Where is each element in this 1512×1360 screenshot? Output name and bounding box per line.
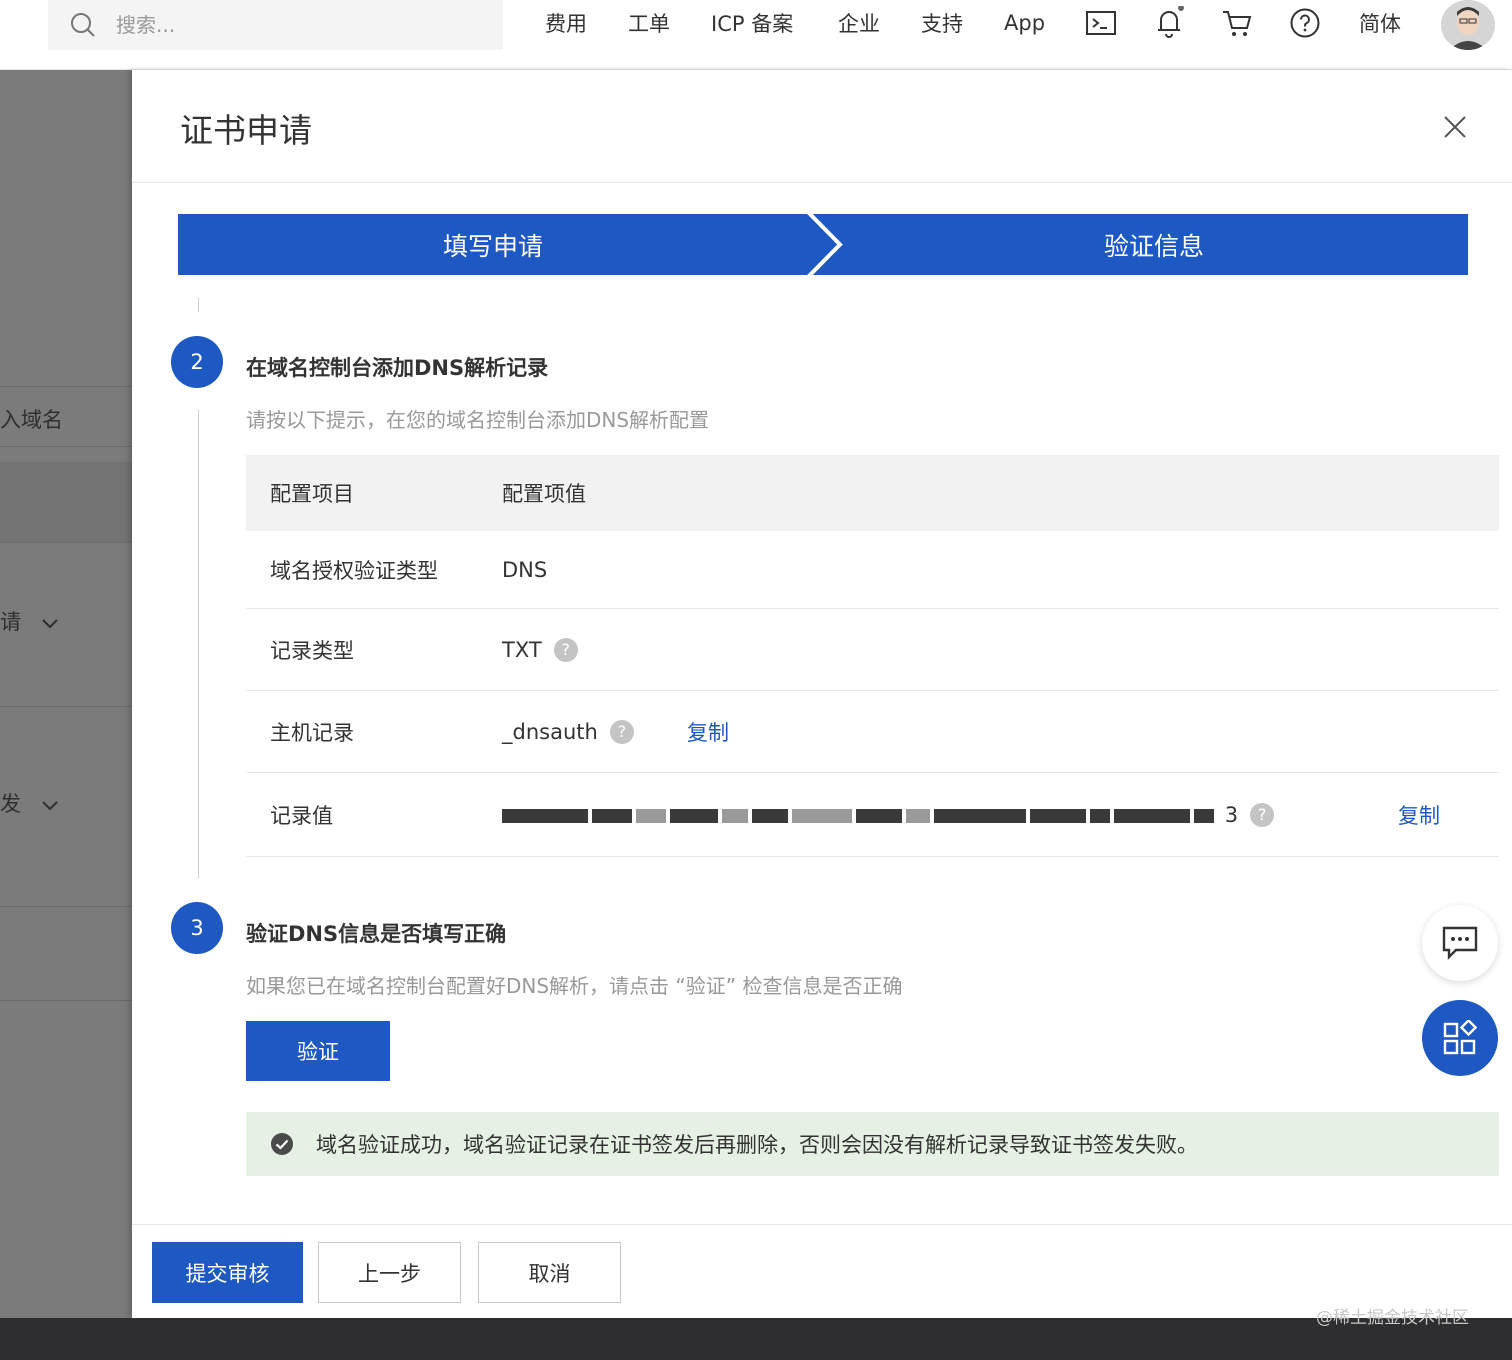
chat-float-button[interactable] [1422, 905, 1498, 981]
section-desc-verify-dns: 如果您已在域名控制台配置好DNS解析，请点击 “验证” 检查信息是否正确 [246, 974, 903, 998]
row-key: 域名授权验证类型 [270, 558, 438, 583]
close-icon [1444, 116, 1466, 138]
watermark: @稀土掘金技术社区 [1316, 1308, 1469, 1328]
apps-grid-icon [1443, 1020, 1478, 1055]
help-icon[interactable] [1288, 6, 1322, 40]
sidebar-block [0, 462, 132, 542]
nav-billing[interactable]: 费用 [545, 0, 587, 46]
step-progress: 填写申请 验证信息 [178, 214, 1468, 275]
sidebar-item-apply[interactable]: 请 [0, 606, 58, 636]
language-switch[interactable]: 简体 [1359, 0, 1401, 46]
section-title-add-dns: 在域名控制台添加DNS解析记录 [246, 356, 549, 380]
search-input[interactable] [114, 12, 474, 38]
row-key: 主机记录 [270, 720, 354, 745]
table-row: 记录类型 TXT ? [246, 609, 1499, 691]
column-header-item: 配置项目 [270, 482, 354, 506]
sidebar-item-label: 请 [0, 610, 21, 634]
sidebar-item-issue[interactable]: 发 [0, 788, 58, 818]
host-record-value: _dnsauth [502, 719, 598, 744]
table-row: 记录值 3 ? 复制 [246, 773, 1499, 857]
help-circle-icon[interactable]: ? [609, 719, 634, 744]
submit-review-button[interactable]: 提交审核 [152, 1242, 303, 1303]
copy-record-value-button[interactable]: 复制 [1398, 773, 1440, 856]
record-type-value: TXT [502, 637, 542, 662]
sidebar-divider [0, 706, 132, 707]
sidebar-divider [0, 386, 132, 387]
table-row: 域名授权验证类型 DNS [246, 531, 1499, 609]
table-row: 主机记录 _dnsauth ? 复制 [246, 691, 1499, 773]
row-key: 记录类型 [270, 638, 354, 663]
verify-button[interactable]: 验证 [246, 1021, 390, 1081]
success-message: 域名验证成功，域名验证记录在证书签发后再删除，否则会因没有解析记录导致证书签发失… [316, 1133, 1198, 1157]
column-header-value: 配置项值 [502, 482, 586, 506]
redacted-record-value: 3 [502, 803, 1238, 827]
row-value: TXT ? [502, 609, 578, 690]
search-icon [71, 13, 95, 37]
search-box[interactable] [48, 0, 503, 50]
cancel-button[interactable]: 取消 [478, 1242, 621, 1303]
top-navigation-bar: 费用 工单 ICP 备案 企业 支持 App 简体 [0, 0, 1512, 70]
sidebar-divider [0, 1000, 132, 1001]
sidebar-divider [0, 906, 132, 907]
table-header-row: 配置项目 配置项值 [246, 455, 1499, 531]
avatar-icon [1441, 0, 1495, 50]
check-circle-icon [271, 1133, 293, 1155]
help-circle-icon[interactable]: ? [553, 637, 578, 662]
certificate-apply-drawer: 证书申请 填写申请 验证信息 2 在域名控制台添加DNS解析记录 请按以下提示，… [132, 70, 1512, 1318]
footer-divider [132, 1224, 1512, 1225]
terminal-icon[interactable] [1084, 6, 1118, 40]
section-title-verify-dns: 验证DNS信息是否填写正确 [246, 922, 507, 946]
nav-app[interactable]: App [1004, 0, 1045, 46]
step-fill-application: 填写申请 [442, 231, 543, 261]
chat-icon [1442, 926, 1478, 960]
timeline-line [198, 298, 199, 312]
help-circle-icon[interactable]: ? [1250, 802, 1275, 827]
sidebar-item-label: 发 [0, 792, 21, 816]
step-number-3: 3 [171, 902, 223, 954]
step-number-2: 2 [171, 336, 223, 388]
close-button[interactable] [1438, 110, 1472, 144]
nav-support[interactable]: 支持 [921, 0, 963, 46]
row-key: 记录值 [270, 803, 333, 828]
bottom-bar [0, 1318, 1512, 1360]
drawer-title: 证书申请 [180, 111, 312, 150]
timeline-line [198, 410, 199, 878]
row-value: DNS [502, 557, 548, 582]
record-value-suffix: 3 [1224, 802, 1239, 827]
row-value: _dnsauth ? [502, 691, 634, 772]
nav-ticket[interactable]: 工单 [628, 0, 670, 46]
chevron-down-icon [41, 610, 58, 634]
sidebar-overlay: 入域名 请 发 [0, 70, 132, 1318]
copy-host-record-button[interactable]: 复制 [687, 691, 729, 772]
success-alert: 域名验证成功，域名验证记录在证书签发后再删除，否则会因没有解析记录导致证书签发失… [246, 1112, 1499, 1176]
bell-icon[interactable] [1152, 6, 1186, 40]
dns-config-table: 配置项目 配置项值 域名授权验证类型 DNS 记录类型 TXT ? 主机记录 _… [246, 455, 1499, 857]
header-divider [132, 182, 1512, 183]
sidebar-divider [0, 542, 132, 543]
sidebar-item-domain[interactable]: 入域名 [0, 404, 63, 434]
cart-icon[interactable] [1220, 6, 1254, 40]
previous-step-button[interactable]: 上一步 [318, 1242, 461, 1303]
section-desc-add-dns: 请按以下提示，在您的域名控制台添加DNS解析配置 [246, 408, 710, 432]
chevron-down-icon [41, 792, 58, 816]
sidebar-divider [0, 446, 132, 447]
apps-float-button[interactable] [1422, 1000, 1498, 1076]
step-verify-info: 验证信息 [1103, 231, 1204, 261]
nav-icp[interactable]: ICP 备案 [711, 0, 793, 46]
user-avatar[interactable] [1441, 0, 1495, 50]
row-value: 3 ? [502, 773, 1382, 856]
nav-enterprise[interactable]: 企业 [838, 0, 880, 46]
